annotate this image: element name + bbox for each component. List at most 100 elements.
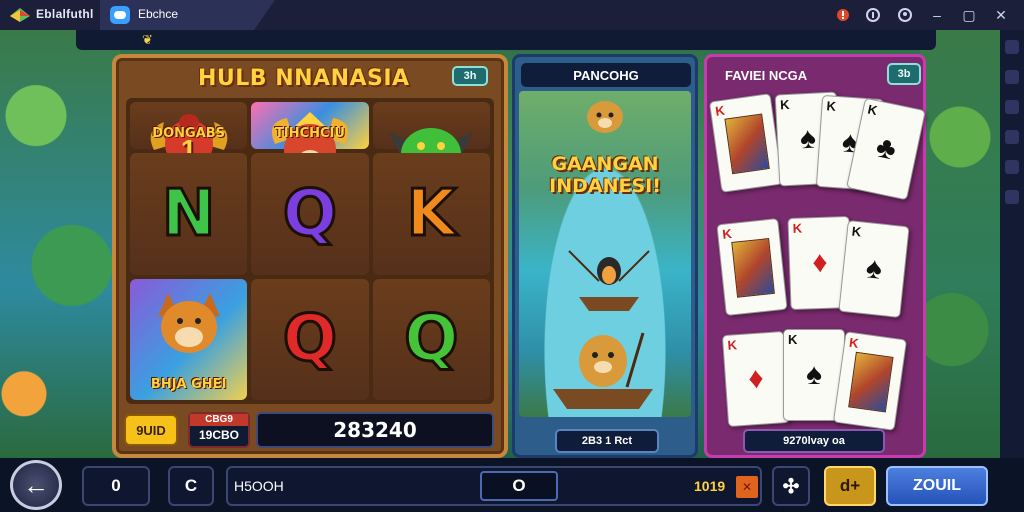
face-art: [724, 113, 770, 175]
flag-icon[interactable]: ✕: [736, 476, 758, 498]
top-strip: ❦: [76, 30, 936, 50]
tab-game[interactable]: Ebchce: [100, 0, 275, 30]
card-rank: K: [851, 223, 862, 240]
fox-label: TIHCHCIU: [275, 126, 345, 142]
jungle-background-left: [0, 30, 120, 458]
card-badge[interactable]: 3b: [887, 63, 921, 85]
jungle-background-right: [920, 30, 1000, 458]
card-rank: K: [792, 220, 803, 236]
fox-card-label: BHJA GHEI: [150, 377, 227, 392]
c-button[interactable]: C: [168, 466, 214, 506]
sidebar-tool-icon[interactable]: [1005, 70, 1019, 84]
cloud-icon: [110, 6, 130, 24]
bet-top: CBG9: [190, 414, 248, 426]
playing-card: K: [708, 93, 784, 193]
hamster-top-icon: [587, 101, 623, 133]
slot-game-panel[interactable]: HULB NNANASIA 3h 1 DONGABS TIHCHCIU N Q …: [112, 54, 508, 458]
help-icon[interactable]: [862, 4, 884, 26]
card-rank: K: [848, 334, 860, 351]
card-rank: K: [826, 98, 837, 114]
counter-display: 0: [82, 466, 150, 506]
fox-card-icon: [157, 292, 220, 353]
letter-n-symbol: N: [130, 153, 248, 275]
sidebar-tool-icon[interactable]: [1005, 160, 1019, 174]
card-footer: 9270lvay oa: [743, 429, 885, 453]
zoom-button[interactable]: ZOUIL: [886, 466, 988, 506]
alert-icon[interactable]: [832, 4, 854, 26]
card-rank: K: [714, 102, 726, 119]
boat-penguin-icon: [568, 250, 650, 311]
fishing-title: GAANGAN INDANESI!: [519, 153, 691, 197]
fishing-game-panel[interactable]: PANCOHG GAANGAN INDANESI! 2B3 1 Rct: [512, 54, 698, 458]
sidebar-tool-icon[interactable]: [1005, 40, 1019, 54]
sidebar-tool-icon[interactable]: [1005, 100, 1019, 114]
account-icon[interactable]: [894, 4, 916, 26]
tab-label: Ebchce: [138, 7, 179, 21]
letter-n: N: [160, 175, 217, 252]
face-art: [731, 238, 775, 298]
letter-q-green: Q: [403, 301, 460, 378]
settings-gear-icon[interactable]: ✣: [772, 466, 810, 506]
bet-display[interactable]: CBG9 19CBO: [188, 412, 250, 448]
slot-action-button[interactable]: 9UID: [124, 414, 178, 446]
credit-display: 283240: [256, 412, 494, 448]
bet-bottom: 19CBO: [198, 428, 239, 442]
club-icon: ♣: [873, 130, 900, 167]
diamond-icon: ♦: [747, 361, 765, 396]
status-strip: H5OOH O 1019 ✕: [226, 466, 762, 506]
plus-button[interactable]: d+: [824, 466, 876, 506]
app-logo-icon: [10, 8, 30, 22]
letter-q-green-symbol: Q: [372, 278, 490, 400]
back-arrow-icon[interactable]: ←: [10, 460, 62, 510]
card-game-panel[interactable]: FAVIEI NCGA 3b K K ♠ K ♠ K ♣ K K ♦ K ♠ K…: [704, 54, 926, 458]
close-button[interactable]: ✕: [990, 4, 1012, 26]
game-area: ❦ HULB NNANASIA 3h 1 DONGABS TIHCHCIU N …: [0, 30, 1000, 458]
status-left: H5OOH: [234, 478, 284, 494]
playing-card: K: [716, 218, 788, 316]
dragon-symbol: [372, 102, 490, 180]
fox-card-symbol: BHJA GHEI: [130, 278, 248, 400]
fishing-title-line1: GAANGAN: [551, 153, 659, 175]
slot-footer: 9UID CBG9 19CBO 283240: [124, 412, 496, 448]
letter-k-symbol: K: [372, 153, 490, 275]
status-right: 1019: [694, 478, 726, 494]
fishing-header: PANCOHG: [521, 63, 691, 87]
sidebar-tool-icon[interactable]: [1005, 190, 1019, 204]
boat-hamster-icon: [553, 332, 653, 409]
fishing-scene: GAANGAN INDANESI!: [519, 91, 691, 417]
sidebar-tool-icon[interactable]: [1005, 130, 1019, 144]
playing-card: K ♠: [838, 220, 910, 318]
slot-title: HULB NNANASIA: [198, 66, 410, 91]
diamond-icon: ♦: [811, 245, 829, 280]
letter-q-red: Q: [281, 301, 338, 378]
letter-q-symbol: Q: [251, 153, 369, 275]
letter-k: K: [405, 175, 458, 252]
spade-icon: ♠: [864, 251, 884, 286]
face-art: [848, 351, 894, 413]
playing-card: K ♦: [721, 330, 791, 428]
spade-icon: ♠: [806, 358, 822, 391]
card-rank: K: [779, 96, 790, 113]
minimize-button[interactable]: –: [926, 4, 948, 26]
playing-card: K: [832, 331, 908, 431]
card-header: FAVIEI NCGA: [725, 67, 808, 83]
fishing-footer: 2B3 1 Rct: [555, 429, 659, 453]
slot-reels[interactable]: 1 DONGABS TIHCHCIU N Q K BHJA GHEI Q Q: [126, 98, 494, 404]
spade-icon: ♠: [799, 121, 817, 156]
rat-label: DONGABS: [152, 126, 226, 142]
maximize-button[interactable]: ▢: [958, 4, 980, 26]
bottom-bar: ← 0 C H5OOH O 1019 ✕ ✣ d+ ZOUIL: [0, 458, 1024, 512]
slot-badge[interactable]: 3h: [452, 66, 488, 86]
card-rank: K: [721, 225, 733, 242]
card-rank: K: [866, 101, 879, 119]
status-center-button[interactable]: O: [480, 471, 558, 501]
rat-symbol: 1 DONGABS: [130, 102, 248, 168]
app-name: Eblalfuthl: [36, 7, 94, 21]
title-bar: Eblalfuthl Ebchce – ▢ ✕: [0, 0, 1024, 30]
coin-icon: ❦: [142, 32, 153, 47]
card-rank: K: [727, 337, 738, 353]
fishing-title-line2: INDANESI!: [549, 175, 661, 197]
card-rank: K: [788, 332, 798, 347]
letter-q-red-symbol: Q: [251, 278, 369, 400]
letter-q: Q: [281, 175, 338, 252]
